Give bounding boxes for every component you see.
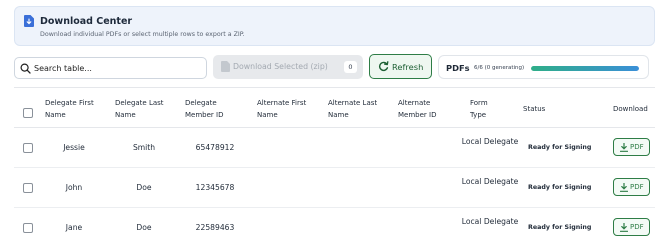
column-header[interactable]: Delegate Last Name — [115, 97, 175, 121]
row-checkbox[interactable] — [23, 223, 33, 233]
form-type: Local Delegate — [461, 137, 519, 146]
search-icon — [20, 63, 31, 74]
banner-title: Download Center — [40, 16, 133, 27]
banner-subtitle: Download individual PDFs or select multi… — [40, 31, 245, 38]
table-header: Delegate First Name Delegate Last Name D… — [14, 88, 655, 128]
refresh-button[interactable]: Refresh — [369, 54, 432, 79]
pdf-generation-status: PDFs 6/6 (0 generating) — [438, 55, 649, 79]
pdfs-progress-fill — [531, 66, 639, 71]
download-icon — [620, 223, 628, 232]
refresh-label: Refresh — [392, 62, 424, 72]
column-header[interactable]: Alternate Member ID — [398, 97, 458, 121]
document-download-icon — [24, 15, 34, 27]
selected-count-badge: 0 — [344, 61, 357, 73]
form-type: Local Delegate — [461, 217, 519, 226]
delegate-last-name: Doe — [136, 223, 152, 232]
column-header[interactable]: Alternate Last Name — [328, 97, 388, 121]
column-header: Download — [613, 105, 648, 113]
download-icon — [620, 183, 628, 192]
refresh-icon — [378, 61, 389, 72]
delegate-member-id: 22589463 — [195, 223, 235, 232]
documents-table: Delegate First Name Delegate Last Name D… — [14, 87, 655, 244]
download-icon — [620, 143, 628, 152]
column-header[interactable]: Form Type — [470, 97, 500, 121]
row-checkbox[interactable] — [23, 183, 33, 193]
table-row[interactable]: Jane Doe 22589463 Local Delegate Ready f… — [14, 208, 655, 244]
download-pdf-label: PDF — [630, 143, 644, 151]
search-input[interactable] — [34, 61, 202, 76]
column-header[interactable]: Delegate First Name — [45, 97, 105, 121]
delegate-member-id: 12345678 — [195, 183, 235, 192]
download-center-banner: Download Center Download individual PDFs… — [14, 6, 655, 46]
download-pdf-label: PDF — [630, 223, 644, 231]
column-header[interactable]: Status — [523, 103, 545, 115]
search-box[interactable] — [14, 57, 207, 79]
delegate-first-name: John — [65, 183, 83, 192]
delegate-member-id: 65478912 — [195, 143, 235, 152]
row-checkbox[interactable] — [23, 143, 33, 153]
pdfs-progress-bar — [531, 66, 639, 71]
select-all-checkbox[interactable] — [23, 108, 33, 118]
pdfs-status-text: 6/6 (0 generating) — [474, 65, 525, 71]
download-pdf-button[interactable]: PDF — [613, 178, 650, 196]
delegate-last-name: Smith — [132, 143, 156, 152]
download-pdf-button[interactable]: PDF — [613, 218, 650, 236]
download-pdf-label: PDF — [630, 183, 644, 191]
file-zip-icon — [221, 61, 230, 72]
column-header[interactable]: Alternate First Name — [257, 97, 317, 121]
status-text: Ready for Signing — [528, 184, 592, 191]
column-header[interactable]: Delegate Member ID — [185, 97, 245, 121]
table-row[interactable]: Jessie Smith 65478912 Local Delegate Rea… — [14, 128, 655, 168]
delegate-last-name: Doe — [136, 183, 152, 192]
status-text: Ready for Signing — [528, 224, 592, 231]
status-text: Ready for Signing — [528, 144, 592, 151]
delegate-first-name: Jessie — [63, 143, 85, 152]
table-row[interactable]: John Doe 12345678 Local Delegate Ready f… — [14, 168, 655, 208]
download-selected-label: Download Selected (zip) — [233, 62, 328, 71]
form-type: Local Delegate — [461, 177, 519, 186]
download-selected-button[interactable]: Download Selected (zip) 0 — [213, 55, 363, 79]
download-pdf-button[interactable]: PDF — [613, 138, 650, 156]
pdfs-label: PDFs — [446, 63, 470, 73]
delegate-first-name: Jane — [65, 223, 83, 232]
